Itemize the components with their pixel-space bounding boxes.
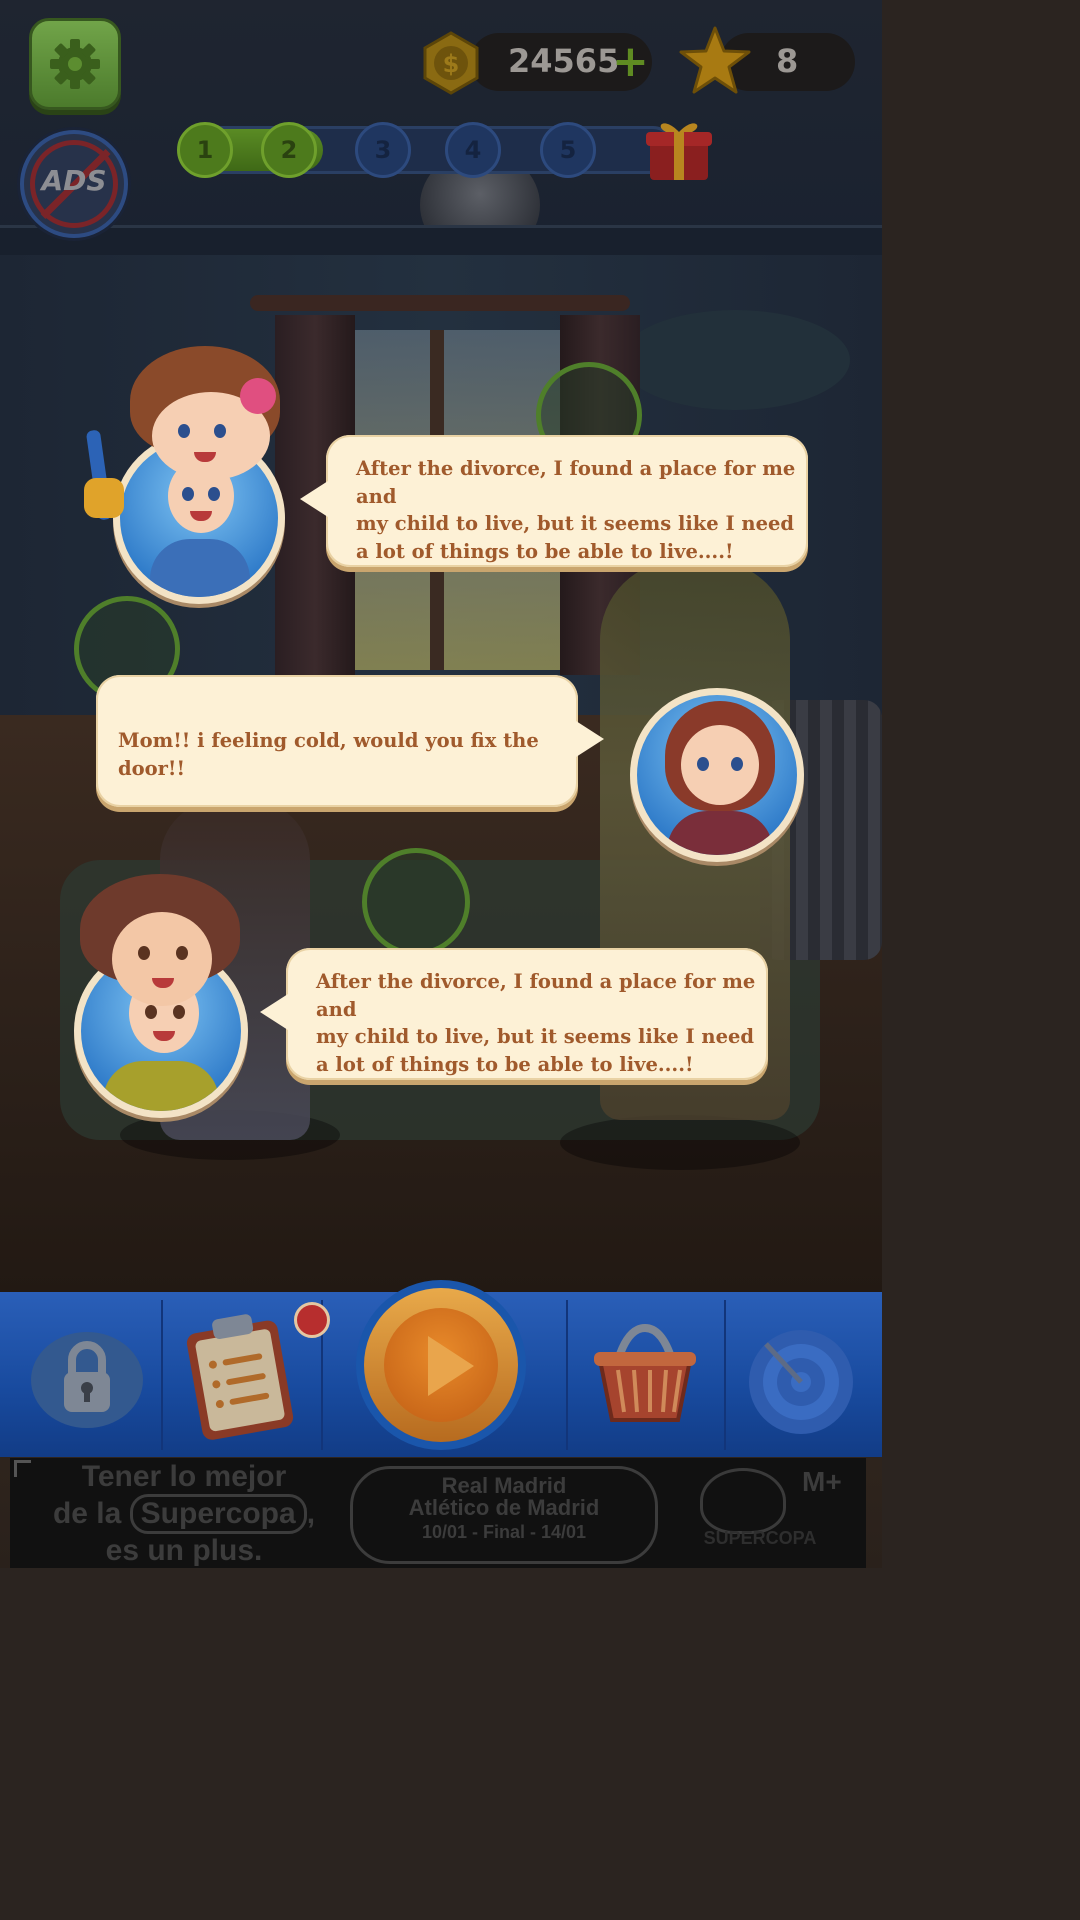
eye [145, 1005, 157, 1019]
daughter-portrait [630, 688, 804, 862]
settings-button[interactable] [29, 18, 121, 110]
remove-ads-button[interactable]: ADS [20, 130, 128, 238]
dialogue-text-3: After the divorce, I found a place for m… [316, 970, 756, 1076]
notification-badge [294, 1302, 330, 1338]
ad-pill-supercopa: Supercopa [129, 1494, 307, 1534]
portrait-background [637, 695, 797, 855]
gear-icon [50, 39, 100, 89]
eye [138, 946, 150, 960]
task-marker-rug[interactable] [362, 848, 470, 956]
progress-step-3: 3 [355, 122, 411, 178]
ad-team-1: Real Madrid [441, 1473, 567, 1498]
target-icon [749, 1330, 853, 1434]
no-ads-label: ADS [41, 164, 107, 197]
progress-step-5: 5 [540, 122, 596, 178]
eye [182, 487, 194, 501]
bubble-tail [576, 721, 604, 757]
basket-icon [594, 1323, 696, 1422]
star-icon [679, 26, 751, 94]
sweater [667, 811, 773, 855]
progress-step-2: 2 [261, 122, 317, 178]
nav-shop-button[interactable] [570, 1300, 720, 1450]
eye [697, 757, 709, 771]
eye [178, 424, 190, 438]
eye [173, 1005, 185, 1019]
eye [731, 757, 743, 771]
mother-shadow [560, 1115, 800, 1170]
supercopa-crest-icon [700, 1468, 786, 1534]
nav-separator [566, 1300, 568, 1450]
overalls [150, 539, 250, 597]
coin-amount: 24565 [508, 42, 620, 80]
ad-banner[interactable]: Tener lo mejor de la Supercopa, es un pl… [10, 1458, 866, 1568]
ad-crest-label: SUPERCOPA [703, 1528, 817, 1548]
gift-reward-icon[interactable] [644, 110, 714, 184]
dialogue-bubble-1[interactable]: After the divorce, I found a place for m… [300, 435, 808, 567]
nav-targets-button[interactable] [726, 1300, 876, 1450]
dialogue-bubble-2[interactable]: Mom!! i feeling cold, would you fix the … [96, 675, 604, 807]
progress-step-1: 1 [177, 122, 233, 178]
add-coins-button[interactable]: + [612, 33, 649, 91]
play-icon [428, 1336, 474, 1396]
dialogue-text-2: Mom!! i feeling cold, would you fix the … [118, 729, 539, 780]
dialogue-bubble-3[interactable]: After the divorce, I found a place for m… [260, 948, 768, 1080]
ad-line-3: es un plus. [105, 1534, 263, 1567]
play-button[interactable] [356, 1280, 526, 1450]
ad-headline: Tener lo mejor de la Supercopa, es un pl… [24, 1460, 344, 1568]
curtain-rod [250, 295, 630, 311]
bubble-tail [300, 481, 328, 517]
eye [208, 487, 220, 501]
ad-team-2: Atlético de Madrid [408, 1495, 600, 1520]
play-button-ring [364, 1288, 518, 1442]
eye [214, 424, 226, 438]
play-button-core [384, 1308, 498, 1422]
eye [176, 946, 188, 960]
plant-decoration [620, 310, 850, 410]
star-amount: 8 [776, 42, 799, 80]
face [681, 725, 759, 805]
flower-icon [240, 378, 276, 414]
dialogue-text-1: After the divorce, I found a place for m… [356, 457, 796, 563]
ad-match-info: Real Madrid Atlético de Madrid 10/01 - F… [350, 1466, 658, 1564]
svg-text:$: $ [443, 50, 460, 78]
coin-icon: $ [423, 31, 479, 95]
ad-line-2-post: , [306, 1497, 316, 1530]
ad-brand-logo: M+ [802, 1466, 842, 1497]
ad-line-2: de la Supercopa, [24, 1494, 344, 1534]
glove [84, 478, 124, 518]
trophy-lock-icon [31, 1332, 143, 1428]
mother-face [112, 912, 212, 1006]
progress-step-4: 4 [445, 122, 501, 178]
bubble-tail [260, 994, 288, 1030]
nav-collection-button[interactable] [12, 1300, 162, 1450]
ad-line-2-pre: de la [52, 1497, 130, 1530]
ad-line-1: Tener lo mejor [81, 1460, 287, 1493]
jacket [103, 1061, 219, 1111]
ad-match-dates: 10/01 - Final - 14/01 [421, 1522, 587, 1542]
